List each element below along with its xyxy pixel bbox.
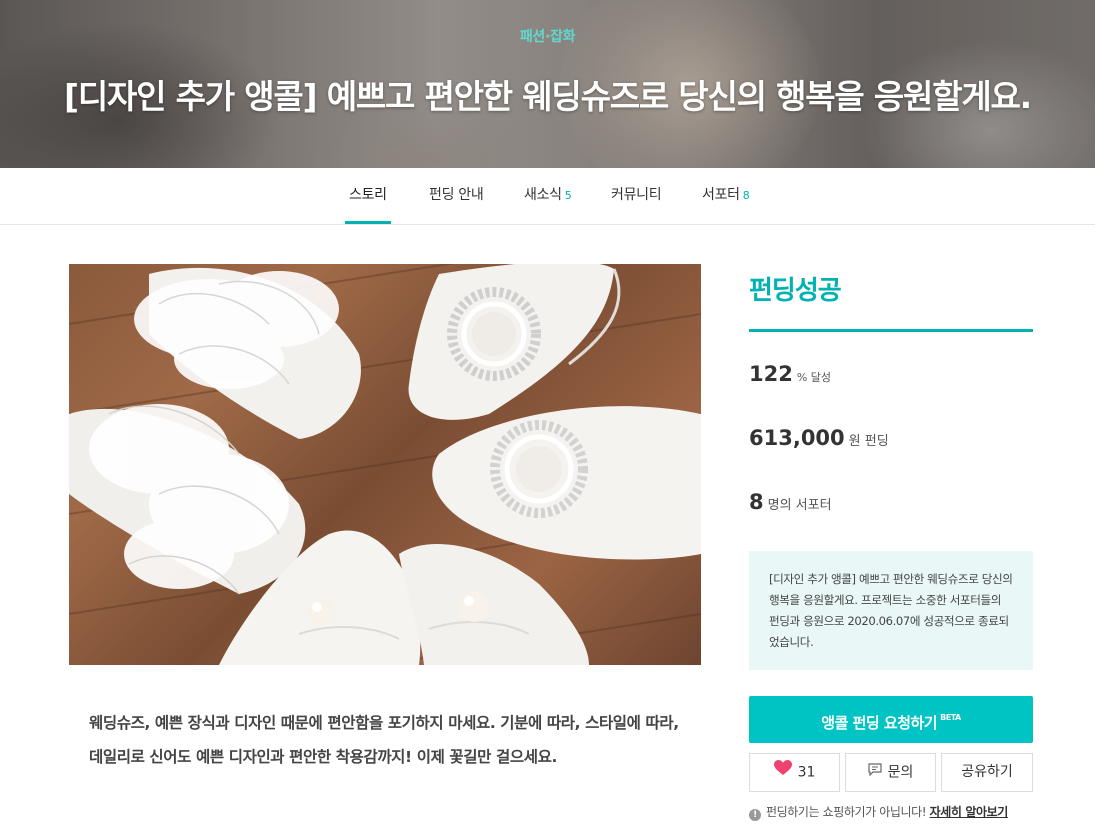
beta-badge: BETA xyxy=(940,713,961,722)
tab-label: 서포터 xyxy=(702,187,740,203)
achievement-value: 122 xyxy=(749,362,793,386)
encore-funding-request-button[interactable]: 앵콜 펀딩 요청하기 BETA xyxy=(749,696,1033,743)
learn-more-link[interactable]: 자세히 알아보기 xyxy=(930,805,1009,819)
funding-complete-notice: [디자인 추가 앵콜] 예쁘고 편안한 웨딩슈즈로 당신의 행복을 응원할게요.… xyxy=(749,551,1033,670)
achievement-unit: % 달성 xyxy=(796,371,832,384)
status-divider xyxy=(749,329,1033,332)
project-title: [디자인 추가 앵콜] 예쁘고 편안한 웨딩슈즈로 당신의 행복을 응원할게요. xyxy=(63,77,1032,116)
project-category[interactable]: 패션·잡화 xyxy=(0,26,1095,46)
funded-amount: 613,000 원 펀딩 xyxy=(749,426,889,450)
project-tab-bar: 스토리 펀딩 안내 새소식 5 커뮤니티 서포터 8 xyxy=(0,168,1095,225)
tab-supporters[interactable]: 서포터 8 xyxy=(702,168,750,224)
tab-news-count: 5 xyxy=(564,189,572,202)
project-summary-text: 웨딩슈즈, 예쁜 장식과 디자인 때문에 편안함을 포기하지 마세요. 기분에 … xyxy=(89,714,679,766)
like-count: 31 xyxy=(797,764,816,781)
share-button[interactable]: 공유하기 xyxy=(941,753,1033,792)
tab-story[interactable]: 스토리 xyxy=(345,168,391,224)
supporter-count-unit: 명의 서포터 xyxy=(767,498,832,513)
tab-community[interactable]: 커뮤니티 xyxy=(611,168,662,224)
tab-supporters-count: 8 xyxy=(742,189,750,202)
tab-news[interactable]: 새소식 5 xyxy=(524,168,572,224)
heart-icon xyxy=(773,754,792,791)
supporter-count-value: 8 xyxy=(749,490,764,514)
tab-label: 커뮤니티 xyxy=(611,187,662,203)
project-hero-banner: 패션·잡화 [디자인 추가 앵콜] 예쁘고 편안한 웨딩슈즈로 당신의 행복을 … xyxy=(0,0,1095,168)
funding-disclaimer: ! 펀딩하기는 쇼핑하기가 아닙니다! 자세히 알아보기 xyxy=(749,803,1008,821)
tab-label: 스토리 xyxy=(349,187,387,203)
tab-label: 새소식 xyxy=(524,187,562,203)
tab-funding-info[interactable]: 펀딩 안내 xyxy=(429,168,484,224)
encore-button-label: 앵콜 펀딩 요청하기 xyxy=(821,714,938,732)
info-icon: ! xyxy=(749,809,761,821)
funding-status-label: 펀딩성공 xyxy=(749,276,842,306)
tab-label: 펀딩 안내 xyxy=(429,187,484,203)
supporter-count: 8 명의 서포터 xyxy=(749,490,832,514)
speech-bubble-icon xyxy=(868,754,882,791)
inquiry-button[interactable]: 문의 xyxy=(845,753,936,792)
achievement-rate: 122% 달성 xyxy=(749,362,831,386)
disclaimer-text: 펀딩하기는 쇼핑하기가 아닙니다! xyxy=(766,805,927,819)
like-button[interactable]: 31 xyxy=(749,753,840,792)
inquiry-label: 문의 xyxy=(887,764,914,781)
funded-amount-value: 613,000 xyxy=(749,426,845,450)
wedding-shoes-illustration xyxy=(69,264,701,665)
project-main-image xyxy=(69,264,701,665)
funded-amount-unit: 원 펀딩 xyxy=(848,434,889,449)
share-label: 공유하기 xyxy=(961,764,1013,780)
